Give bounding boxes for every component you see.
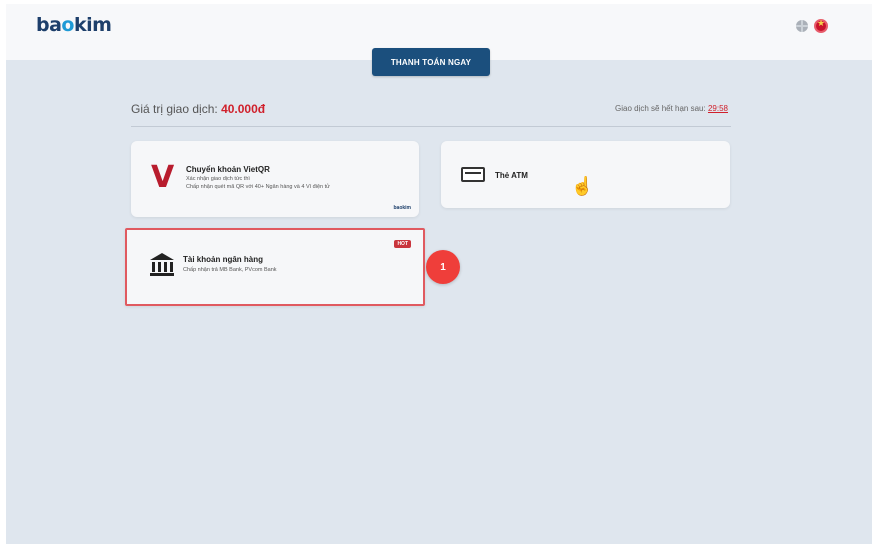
vietnam-flag-icon[interactable]	[814, 18, 828, 33]
vietqr-subtitle: Xác nhận giao dịch tức thì	[186, 176, 250, 182]
bank-account-description: Chấp nhận trả MB Bank, PVcom Bank	[183, 267, 277, 273]
baokim-logo[interactable]: baokim	[36, 14, 112, 36]
amount-value: 40.000đ	[221, 102, 266, 116]
method-card-vietqr[interactable]: V Chuyển khoản VietQR Xác nhận giao dịch…	[131, 141, 419, 217]
vietqr-v-icon: V	[151, 160, 175, 195]
step-marker: 1	[426, 250, 460, 284]
method-card-atm[interactable]: Thẻ ATM ☝	[441, 141, 730, 208]
hot-badge: HOT	[394, 240, 411, 248]
transaction-amount: Giá trị giao dịch: 40.000đ	[131, 102, 265, 116]
method-card-bank-account[interactable]: Tài khoản ngân hàng Chấp nhận trả MB Ban…	[125, 228, 425, 306]
hand-cursor-icon: ☝	[571, 176, 594, 196]
vietqr-title: Chuyển khoản VietQR	[186, 165, 270, 174]
expire-info: Giao dịch sẽ hết hạn sau: 29:58	[615, 104, 728, 113]
bank-building-icon	[150, 253, 174, 276]
divider	[131, 126, 731, 127]
bank-account-title: Tài khoản ngân hàng	[183, 255, 264, 264]
amount-label: Giá trị giao dịch:	[131, 102, 218, 116]
atm-title: Thẻ ATM	[495, 171, 528, 180]
vietqr-description: Chấp nhận quét mã QR với 40+ Ngân hàng v…	[186, 184, 330, 190]
expire-timer: 29:58	[707, 104, 728, 113]
expire-label: Giao dịch sẽ hết hạn sau:	[615, 104, 706, 113]
atm-card-icon	[457, 163, 485, 182]
globe-icon[interactable]	[796, 20, 808, 32]
pay-now-button[interactable]: THANH TOÁN NGAY	[372, 48, 490, 76]
header-icons	[796, 18, 828, 33]
vietqr-brand: baokim	[393, 205, 411, 211]
